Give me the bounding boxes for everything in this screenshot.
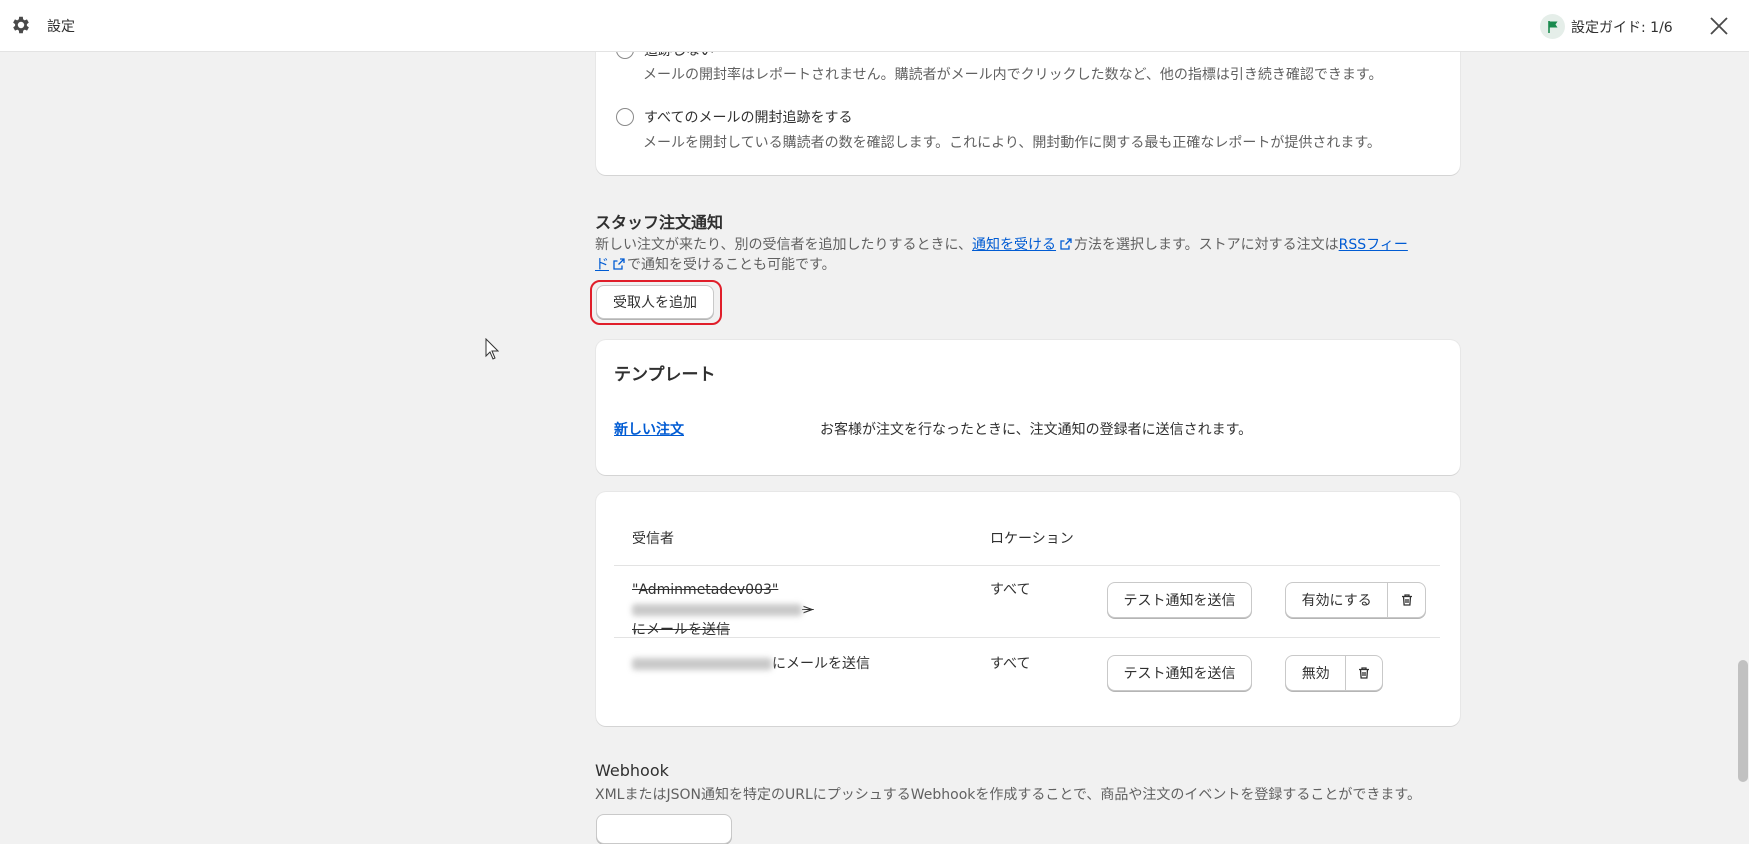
delete-button[interactable]: [1345, 656, 1382, 690]
recipient-cell: にメールを送信: [632, 654, 870, 674]
send-test-notification-button[interactable]: テスト通知を送信: [1107, 582, 1252, 618]
helper-track-all: メールを開封している購読者の数を確認します。これにより、開封動作に関する最も正確…: [643, 135, 1381, 151]
external-link-icon: [613, 258, 625, 270]
webhook-description: XMLまたはJSON通知を特定のURLにプッシュするWebhookを作成すること…: [595, 787, 1422, 803]
delete-button[interactable]: [1387, 583, 1425, 617]
divider: [614, 637, 1440, 638]
radio-button[interactable]: [616, 108, 634, 126]
helper-no-tracking: メールの開封率はレポートされません。購読者がメール内でクリックした数など、他の指…: [643, 67, 1383, 83]
webhook-title: Webhook: [595, 761, 669, 780]
radio-track-all[interactable]: すべてのメールの開封追跡をする: [616, 107, 852, 127]
staff-notifications-title: スタッフ注文通知: [595, 213, 724, 232]
recipient-actions: 有効にする: [1285, 582, 1426, 618]
notifications-link[interactable]: 通知を受ける: [972, 237, 1056, 253]
desc-text: で通知を受けることも可能です。: [627, 257, 836, 273]
external-link-icon: [1060, 238, 1072, 250]
template-new-order-link[interactable]: 新しい注文: [614, 419, 684, 439]
templates-title: テンプレート: [614, 365, 716, 385]
flag-icon: [1540, 14, 1565, 39]
setup-guide-button[interactable]: 設定ガイド: 1/6: [1540, 14, 1673, 39]
gear-icon: [13, 16, 29, 34]
page-title: 設定: [47, 19, 75, 35]
recipient-name: "Adminmetadev003": [632, 582, 779, 598]
recipient-actions: 無効: [1285, 655, 1383, 691]
scrollbar-thumb[interactable]: [1738, 660, 1748, 782]
mouse-cursor-icon: [485, 338, 499, 360]
enable-button[interactable]: 有効にする: [1286, 583, 1387, 617]
recipient-send-text: にメールを送信: [632, 622, 730, 638]
radio-label-track-all: すべてのメールの開封追跡をする: [644, 110, 853, 126]
rss-feed-link[interactable]: RSSフィー: [1339, 237, 1408, 253]
trash-icon: [1401, 594, 1412, 606]
desc-text: 方法を選択します。ストアに対する注文は: [1074, 237, 1339, 253]
send-test-notification-button[interactable]: テスト通知を送信: [1107, 655, 1252, 691]
disable-button[interactable]: 無効: [1286, 656, 1345, 690]
template-new-order-description: お客様が注文を行なったときに、注文通知の登録者に送信されます。: [820, 422, 1253, 438]
templates-card: [596, 340, 1460, 475]
close-icon[interactable]: [1707, 14, 1731, 38]
location-cell: すべて: [990, 582, 1031, 598]
recipient-name-end: >: [802, 602, 814, 618]
trash-icon: [1359, 667, 1370, 679]
create-webhook-button[interactable]: [596, 814, 732, 844]
recipient-cell: "Adminmetadev003" > にメールを送信: [632, 580, 952, 640]
rss-feed-link[interactable]: ド: [595, 257, 609, 273]
redacted-email: [632, 658, 772, 670]
setup-guide-label: 設定ガイド: 1/6: [1571, 19, 1673, 36]
recipient-send-text: にメールを送信: [772, 656, 870, 672]
column-header-recipient: 受信者: [632, 531, 674, 547]
column-header-location: ロケーション: [990, 531, 1074, 547]
desc-text: 新しい注文が来たり、別の受信者を追加したりするときに、: [595, 237, 973, 253]
location-cell: すべて: [990, 656, 1031, 672]
divider: [614, 565, 1440, 566]
redacted-email: [632, 604, 802, 616]
staff-notifications-description: 新しい注文が来たり、別の受信者を追加したりするときに、通知を受ける 方法を選択しま…: [595, 235, 1435, 275]
add-recipient-button[interactable]: 受取人を追加: [596, 285, 714, 319]
